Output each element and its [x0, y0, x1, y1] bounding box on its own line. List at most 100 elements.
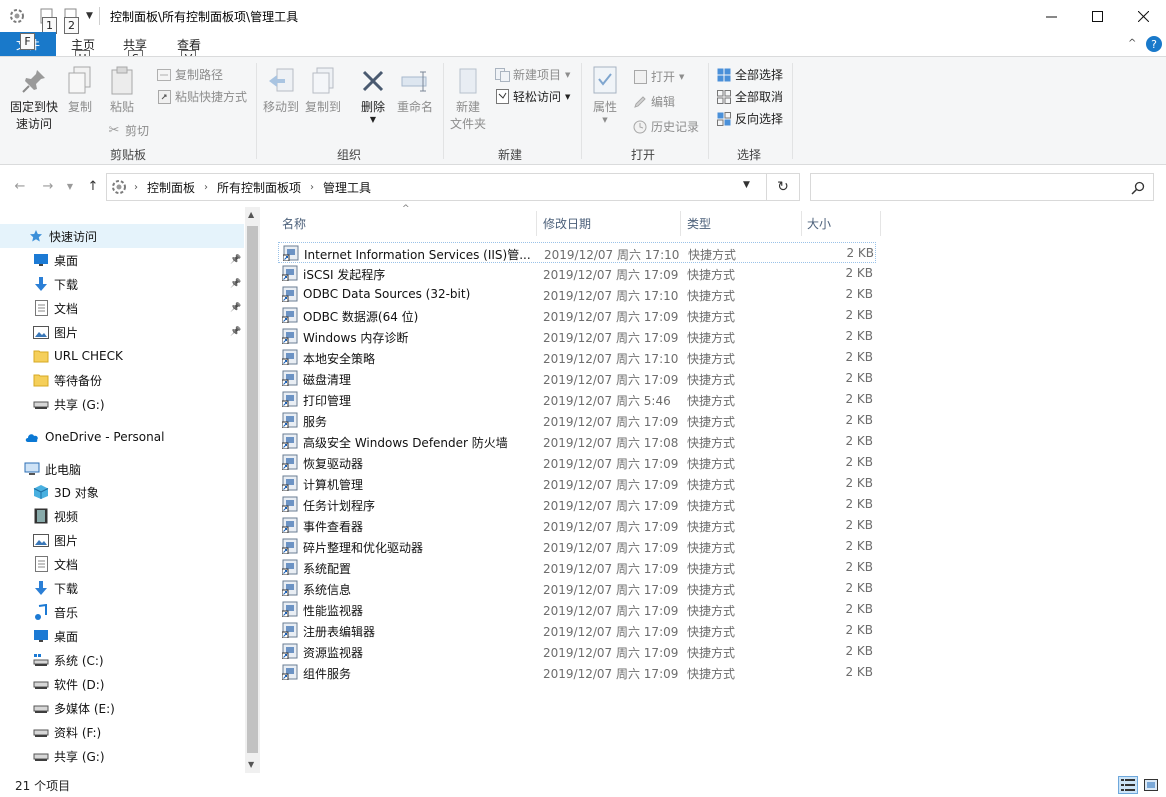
- file-row[interactable]: Windows 内存诊断 2019/12/07 周六 17:09 快捷方式 2 KB: [278, 326, 876, 347]
- nav-quick-item[interactable]: 图片 📌: [0, 320, 244, 344]
- back-arrow-icon[interactable]: ←: [10, 177, 30, 195]
- nav-pc-item[interactable]: 桌面: [0, 624, 244, 648]
- search-box[interactable]: [810, 173, 1154, 201]
- nav-onedrive[interactable]: OneDrive - Personal: [0, 425, 244, 449]
- nav-pc-item[interactable]: 系统 (C:): [0, 648, 244, 672]
- file-row[interactable]: 高级安全 Windows Defender 防火墙 2019/12/07 周六 1…: [278, 431, 876, 452]
- file-row[interactable]: Internet Information Services (IIS)管... 2…: [278, 242, 876, 263]
- file-row[interactable]: iSCSI 发起程序 2019/12/07 周六 17:09 快捷方式 2 KB: [278, 263, 876, 284]
- nav-quick-item[interactable]: URL CHECK: [0, 344, 244, 368]
- nav-pc-item[interactable]: 资料 (F:): [0, 720, 244, 744]
- delete-dropdown-icon[interactable]: ▼: [370, 116, 376, 124]
- file-row[interactable]: 恢复驱动器 2019/12/07 周六 17:09 快捷方式 2 KB: [278, 452, 876, 473]
- column-divider[interactable]: [680, 211, 681, 236]
- pin-to-quick-access-button[interactable]: 固定到快 速访问: [8, 65, 60, 133]
- cut-button[interactable]: ✂ 剪切: [106, 122, 149, 139]
- column-divider[interactable]: [880, 211, 881, 236]
- nav-quick-item[interactable]: 桌面 📌: [0, 248, 244, 272]
- copy-to-button[interactable]: 复制到: [304, 65, 342, 116]
- breadcrumb-separator-icon[interactable]: ›: [310, 182, 314, 193]
- nav-pc-item[interactable]: 视频: [0, 504, 244, 528]
- nav-pc-item[interactable]: 3D 对象: [0, 480, 244, 504]
- up-arrow-icon[interactable]: ↑: [83, 177, 103, 195]
- nav-pc-item[interactable]: 共享 (G:): [0, 744, 244, 768]
- new-item-button[interactable]: 新建项目 ▼: [494, 66, 570, 83]
- file-row[interactable]: 注册表编辑器 2019/12/07 周六 17:09 快捷方式 2 KB: [278, 620, 876, 641]
- file-row[interactable]: 磁盘清理 2019/12/07 周六 17:09 快捷方式 2 KB: [278, 368, 876, 389]
- breadcrumb-item[interactable]: 管理工具: [323, 179, 371, 196]
- new-folder-button[interactable]: 新建 文件夹: [448, 65, 488, 133]
- breadcrumb-item[interactable]: 所有控制面板项: [217, 179, 301, 196]
- nav-pc-item[interactable]: 下载: [0, 576, 244, 600]
- nav-quick-item[interactable]: 等待备份: [0, 368, 244, 392]
- copy-path-button[interactable]: 复制路径: [156, 66, 223, 83]
- file-row[interactable]: ODBC Data Sources (32-bit) 2019/12/07 周六 …: [278, 284, 876, 305]
- column-header-date[interactable]: 修改日期: [543, 215, 591, 232]
- invert-selection-button[interactable]: 反向选择: [716, 110, 783, 127]
- nav-quick-item[interactable]: 文档 📌: [0, 296, 244, 320]
- pinned-icon[interactable]: 📌: [230, 279, 241, 289]
- qat-customize-chevron-icon[interactable]: ▼: [86, 6, 93, 26]
- address-dropdown-icon[interactable]: ▼: [743, 180, 750, 190]
- column-divider[interactable]: [536, 211, 537, 236]
- column-header-name[interactable]: 名称: [282, 215, 306, 232]
- easy-access-button[interactable]: 轻松访问 ▼: [494, 88, 570, 105]
- scroll-down-arrow-icon[interactable]: ▼: [248, 760, 254, 769]
- scrollbar-thumb[interactable]: [247, 226, 258, 753]
- nav-pane-scrollbar[interactable]: ▲ ▼: [245, 207, 260, 773]
- forward-arrow-icon[interactable]: →: [38, 177, 58, 195]
- file-row[interactable]: 系统配置 2019/12/07 周六 17:09 快捷方式 2 KB: [278, 557, 876, 578]
- paste-button[interactable]: 粘贴: [104, 65, 140, 116]
- properties-button[interactable]: 属性 ▼: [588, 65, 622, 124]
- nav-this-pc[interactable]: 此电脑: [0, 457, 244, 481]
- file-row[interactable]: 打印管理 2019/12/07 周六 5:46 快捷方式 2 KB: [278, 389, 876, 410]
- column-header-size[interactable]: 大小: [807, 215, 831, 232]
- details-view-button[interactable]: [1118, 776, 1138, 794]
- delete-button[interactable]: 删除 ▼: [356, 65, 390, 124]
- nav-quick-item[interactable]: 共享 (G:): [0, 392, 244, 416]
- nav-pc-item[interactable]: 软件 (D:): [0, 672, 244, 696]
- minimize-button[interactable]: [1028, 0, 1074, 32]
- file-row[interactable]: 性能监视器 2019/12/07 周六 17:09 快捷方式 2 KB: [278, 599, 876, 620]
- nav-pc-item[interactable]: 图片: [0, 528, 244, 552]
- copy-button[interactable]: 复制: [62, 65, 98, 116]
- rename-button[interactable]: 重命名: [396, 65, 434, 116]
- search-icon[interactable]: [1131, 181, 1145, 195]
- open-button[interactable]: 打开 ▼: [632, 68, 684, 85]
- file-row[interactable]: 任务计划程序 2019/12/07 周六 17:09 快捷方式 2 KB: [278, 494, 876, 515]
- paste-shortcut-button[interactable]: 粘贴快捷方式: [156, 88, 247, 105]
- select-none-button[interactable]: 全部取消: [716, 88, 783, 105]
- help-icon[interactable]: ?: [1146, 36, 1162, 52]
- nav-pc-item[interactable]: 文档: [0, 552, 244, 576]
- refresh-button[interactable]: ↻: [766, 173, 800, 201]
- file-row[interactable]: 系统信息 2019/12/07 周六 17:09 快捷方式 2 KB: [278, 578, 876, 599]
- nav-pc-item[interactable]: 音乐: [0, 600, 244, 624]
- large-icons-view-button[interactable]: [1141, 776, 1161, 794]
- history-button[interactable]: 历史记录: [632, 118, 699, 135]
- file-row[interactable]: 计算机管理 2019/12/07 周六 17:09 快捷方式 2 KB: [278, 473, 876, 494]
- nav-quick-item[interactable]: 下载 📌: [0, 272, 244, 296]
- file-row[interactable]: 碎片整理和优化驱动器 2019/12/07 周六 17:09 快捷方式 2 KB: [278, 536, 876, 557]
- breadcrumb-separator-icon[interactable]: ›: [204, 182, 208, 193]
- maximize-button[interactable]: [1074, 0, 1120, 32]
- edit-button[interactable]: 编辑: [632, 93, 675, 110]
- breadcrumb-separator-icon[interactable]: ›: [134, 182, 138, 193]
- pinned-icon[interactable]: 📌: [230, 327, 241, 337]
- collapse-ribbon-icon[interactable]: ^: [1128, 38, 1136, 49]
- file-row[interactable]: 资源监视器 2019/12/07 周六 17:09 快捷方式 2 KB: [278, 641, 876, 662]
- file-row[interactable]: 组件服务 2019/12/07 周六 17:09 快捷方式 2 KB: [278, 662, 876, 683]
- breadcrumb-item[interactable]: 控制面板: [147, 179, 195, 196]
- control-panel-app-icon[interactable]: [8, 6, 26, 26]
- file-row[interactable]: 本地安全策略 2019/12/07 周六 17:10 快捷方式 2 KB: [278, 347, 876, 368]
- nav-pc-item[interactable]: 多媒体 (E:): [0, 696, 244, 720]
- file-row[interactable]: 服务 2019/12/07 周六 17:09 快捷方式 2 KB: [278, 410, 876, 431]
- recent-locations-chevron-icon[interactable]: ▼: [60, 177, 80, 195]
- search-input[interactable]: [815, 177, 1115, 197]
- move-to-button[interactable]: 移动到: [262, 65, 300, 116]
- file-row[interactable]: ODBC 数据源(64 位) 2019/12/07 周六 17:09 快捷方式 2 K…: [278, 305, 876, 326]
- scroll-up-arrow-icon[interactable]: ▲: [248, 210, 254, 219]
- column-divider[interactable]: [801, 211, 802, 236]
- column-header-type[interactable]: 类型: [687, 215, 711, 232]
- pinned-icon[interactable]: 📌: [230, 303, 241, 313]
- select-all-button[interactable]: 全部选择: [716, 66, 783, 83]
